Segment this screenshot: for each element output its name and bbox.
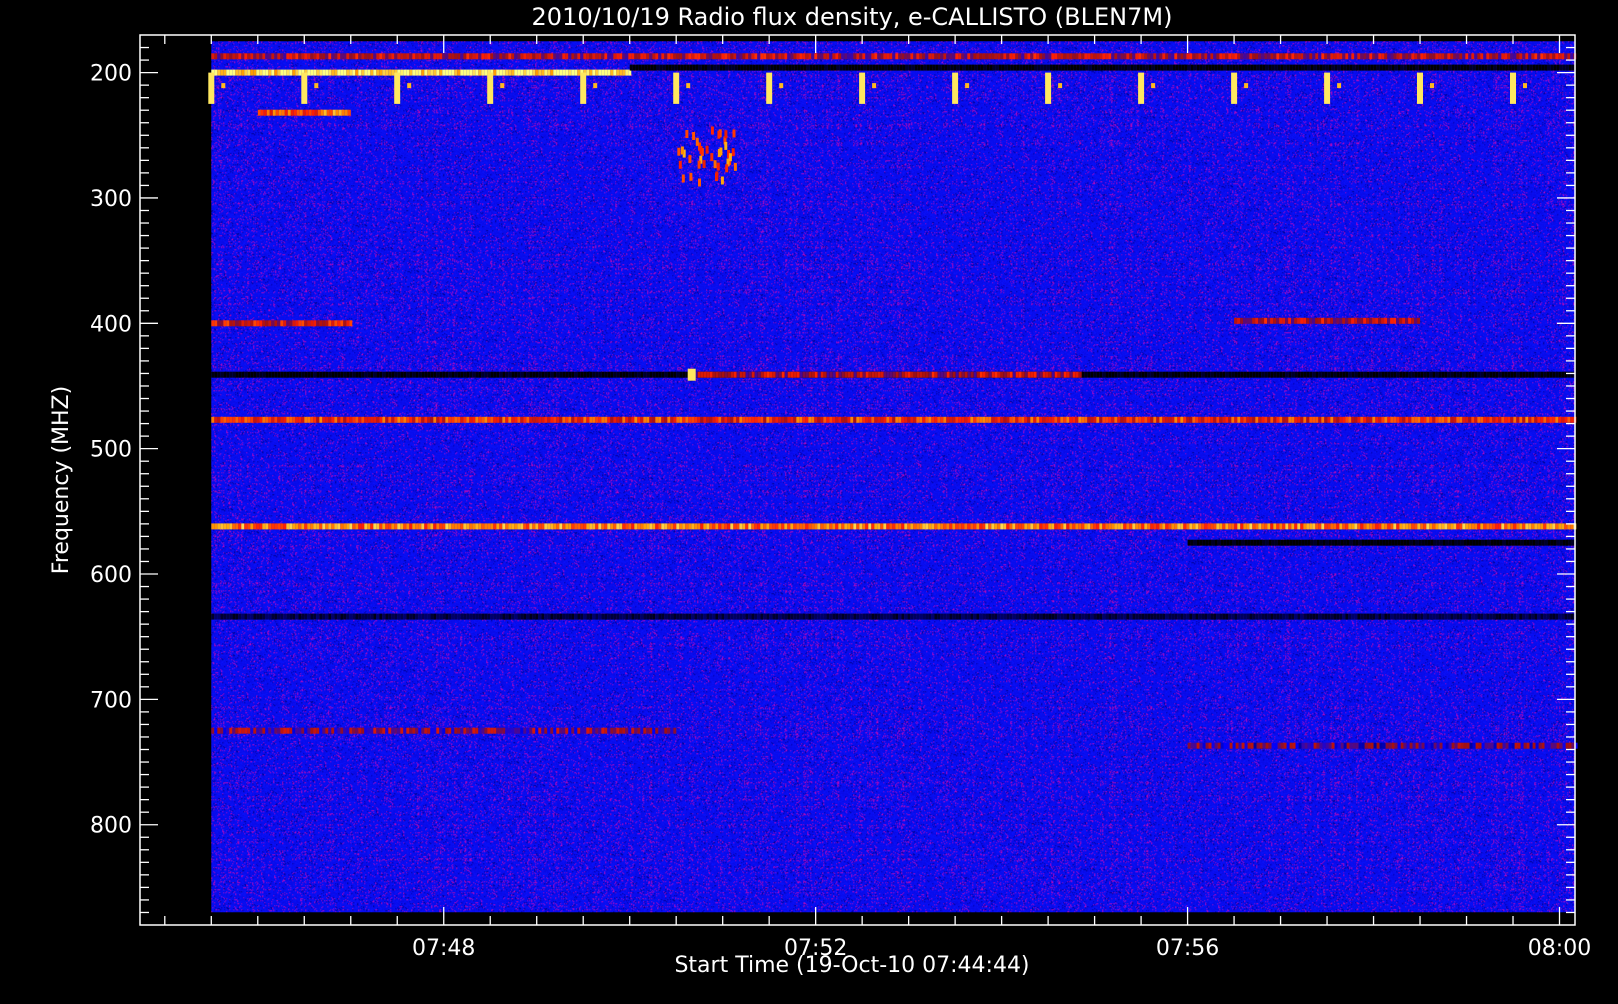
chart-title: 2010/10/19 Radio flux density, e-CALLIST… — [532, 3, 1173, 31]
band-feature-5 — [1234, 317, 1421, 324]
spike-0 — [208, 72, 215, 104]
y-tick-label-200: 200 — [90, 62, 132, 87]
spike-dot-2 — [407, 83, 412, 89]
x-tick-label-0748: 07:48 — [412, 936, 475, 961]
spike-3 — [487, 72, 494, 104]
band-feature-1 — [629, 64, 1578, 71]
band-feature-2 — [211, 53, 1577, 60]
spot-feature-15 — [687, 368, 696, 381]
spike-dot-8 — [965, 83, 970, 89]
y-tick-label-800: 800 — [90, 814, 132, 839]
y-tick-label-300: 300 — [90, 187, 132, 212]
spike-14 — [1510, 72, 1516, 104]
band-feature-4 — [211, 320, 353, 327]
spike-dot-6 — [779, 83, 784, 89]
band-feature-12 — [211, 727, 677, 734]
y-tick-label-700: 700 — [90, 688, 132, 713]
spike-dot-14 — [1523, 83, 1527, 89]
spike-11 — [1231, 72, 1238, 104]
band-feature-0 — [211, 69, 632, 76]
spike-6 — [766, 72, 773, 104]
spike-dot-7 — [872, 83, 877, 89]
spike-dot-10 — [1151, 83, 1156, 89]
band-feature-3 — [257, 109, 351, 116]
band-feature-8 — [211, 416, 1577, 423]
spike-7 — [859, 72, 866, 104]
spectrogram-figure: 2010/10/19 Radio flux density, e-CALLIST… — [0, 0, 1618, 1000]
spike-4 — [580, 72, 587, 104]
spike-dot-0 — [221, 83, 226, 89]
spike-dot-3 — [500, 83, 505, 89]
heatmap-image — [208, 41, 1578, 913]
spike-13 — [1417, 72, 1423, 104]
heatmap-background — [211, 41, 1576, 913]
spike-dot-5 — [686, 83, 691, 89]
spike-dot-9 — [1058, 83, 1063, 89]
band-feature-10 — [1187, 539, 1578, 546]
x-tick-label-0756: 07:56 — [1156, 936, 1219, 961]
spike-1 — [301, 72, 308, 104]
spike-dot-11 — [1244, 83, 1249, 89]
band-feature-11 — [211, 613, 1577, 620]
x-tick-label-0800: 08:00 — [1528, 936, 1591, 961]
spike-10 — [1138, 72, 1145, 104]
band-feature-9 — [211, 523, 1577, 530]
spectrogram-chart: 2010/10/19 Radio flux density, e-CALLIST… — [0, 0, 1618, 1000]
y-tick-label-500: 500 — [90, 438, 132, 463]
band-feature-13 — [1187, 742, 1578, 749]
spike-dot-1 — [314, 83, 319, 89]
y-tick-label-400: 400 — [90, 312, 132, 337]
spike-9 — [1045, 72, 1052, 104]
y-tick-label-600: 600 — [90, 563, 132, 588]
spike-2 — [394, 72, 401, 104]
spike-5 — [673, 72, 680, 104]
spike-12 — [1324, 72, 1331, 104]
x-axis-label: Start Time (19-Oct-10 07:44:44) — [674, 953, 1029, 978]
spike-8 — [952, 72, 959, 104]
spike-dot-4 — [593, 83, 598, 89]
spike-dot-13 — [1430, 83, 1434, 89]
band-feature-7 — [691, 371, 1082, 378]
spike-dot-12 — [1337, 83, 1342, 89]
y-axis-label: Frequency (MHZ) — [49, 386, 74, 574]
